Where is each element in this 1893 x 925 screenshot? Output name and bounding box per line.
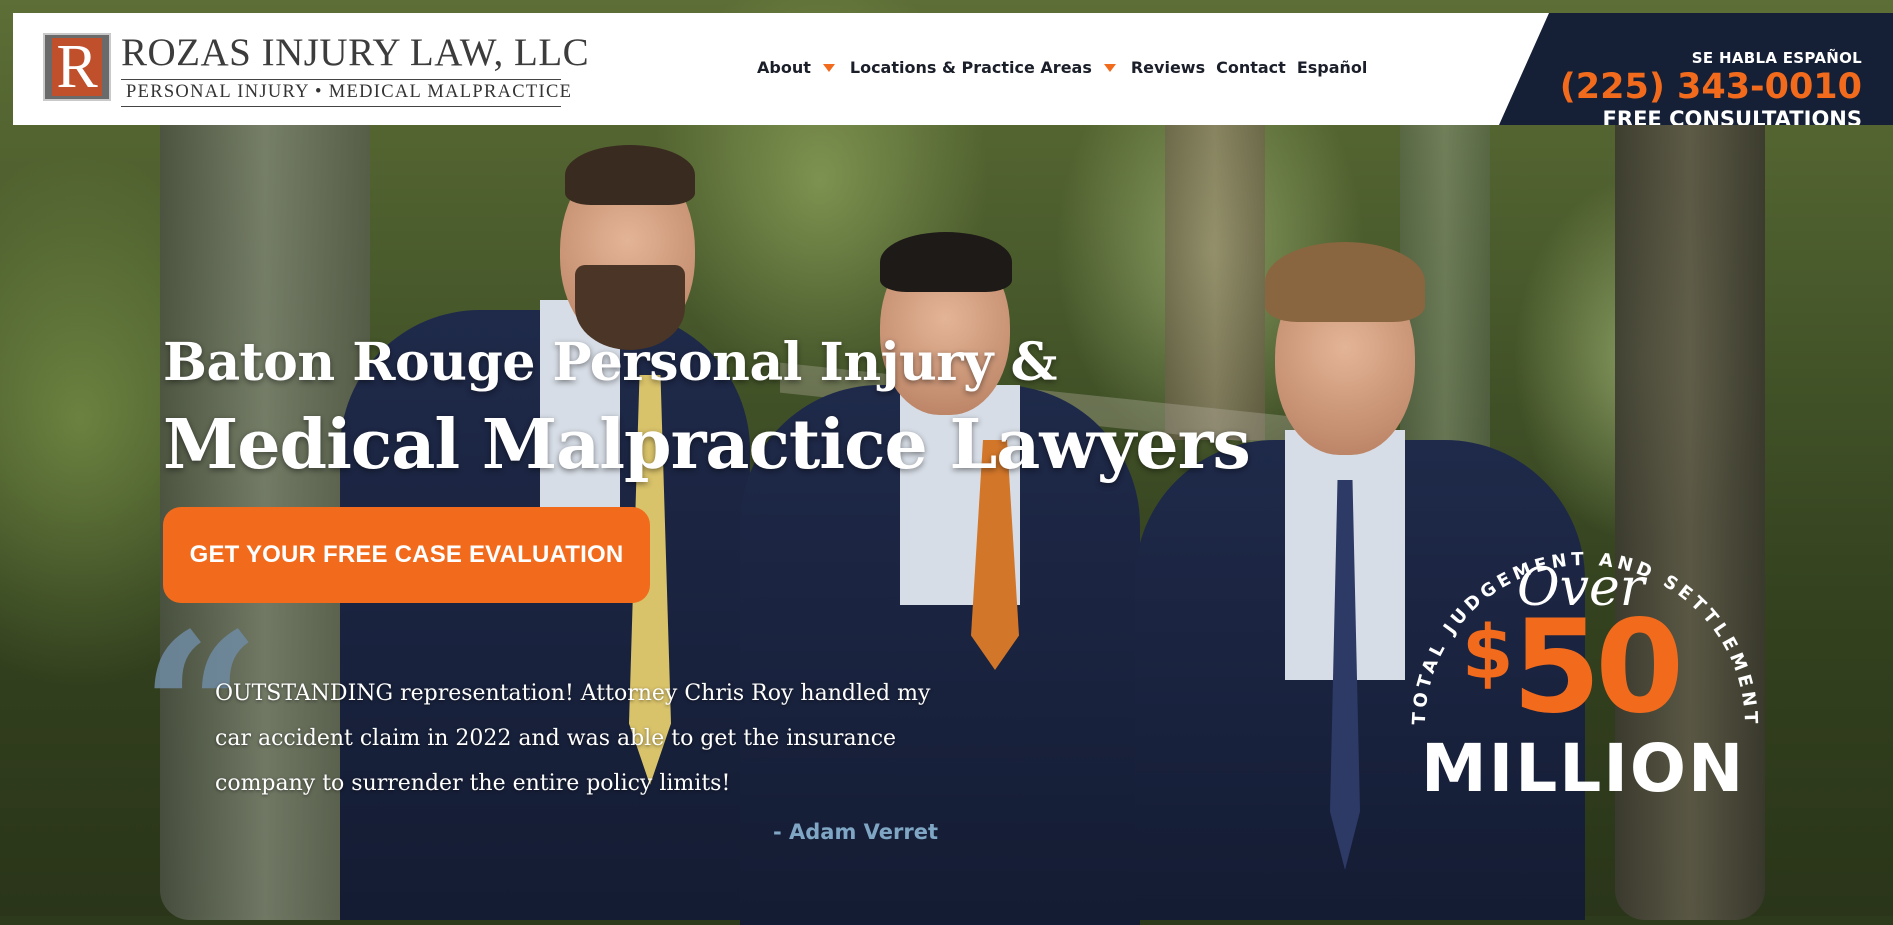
nav-item-label: Contact (1216, 58, 1286, 77)
nav-item-locations-practice-areas[interactable]: Locations & Practice Areas (850, 58, 1120, 77)
firm-logo-mark[interactable]: R (43, 33, 111, 101)
site-header: R ROZAS INJURY LAW, LLC PERSONAL INJURY … (13, 13, 1550, 125)
spanish-spoken-note: SE HABLA ESPAÑOL (1691, 49, 1862, 67)
nav-item-contact[interactable]: Contact (1216, 58, 1286, 77)
headline-line-2: Medical Malpractice Lawyers (163, 405, 1251, 485)
nav-item-espanol[interactable]: Español (1297, 58, 1368, 77)
nav-item-about[interactable]: About (757, 58, 839, 77)
logo-letter: R (52, 36, 102, 98)
settlements-badge: TOTAL JUDGEMENT AND SETTLEMENTS OF Over … (1395, 518, 1775, 818)
caret-down-icon[interactable] (1103, 63, 1116, 72)
pergola-post (1165, 120, 1265, 440)
badge-unit: MILLION (1421, 730, 1746, 807)
nav-item-label: Reviews (1130, 58, 1206, 77)
contact-panel: SE HABLA ESPAÑOL (225) 343-0010 FREE CON… (1499, 13, 1893, 125)
nav-item-label: Español (1296, 58, 1368, 77)
nav-item-label: Locations & Practice Areas (849, 58, 1092, 77)
firm-name[interactable]: ROZAS INJURY LAW, LLC (121, 30, 589, 75)
caret-down-icon[interactable] (822, 63, 835, 72)
badge-amount: 50 (1512, 593, 1684, 742)
logo-divider (121, 79, 561, 80)
badge-dollar-sign: $ (1462, 610, 1514, 696)
testimonial-author: - Adam Verret (773, 820, 939, 844)
free-case-evaluation-button[interactable]: GET YOUR FREE CASE EVALUATION (163, 507, 650, 603)
main-nav: About Locations & Practice Areas Reviews… (757, 58, 1378, 77)
nav-item-label: About (757, 58, 811, 77)
testimonial-text: OUTSTANDING representation! Attorney Chr… (215, 681, 931, 796)
phone-link[interactable]: (225) 343-0010 (1560, 67, 1862, 107)
firm-tagline: PERSONAL INJURY • MEDICAL MALPRACTICE (126, 82, 573, 102)
nav-item-reviews[interactable]: Reviews (1131, 58, 1205, 77)
logo-divider (121, 106, 561, 107)
headline-line-1: Baton Rouge Personal Injury & (163, 332, 1057, 393)
